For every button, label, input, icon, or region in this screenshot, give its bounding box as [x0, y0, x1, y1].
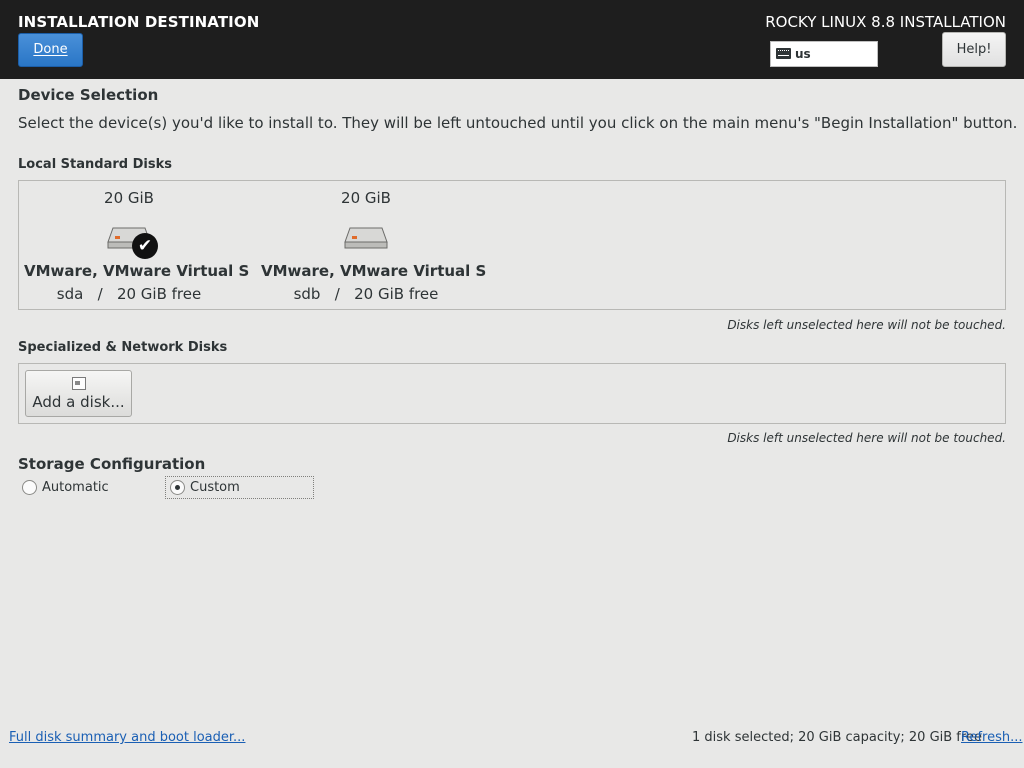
disk-capacity: 20 GiB [104, 189, 154, 207]
full-disk-summary-link[interactable]: Full disk summary and boot loader... [9, 730, 245, 745]
device-selection-intro: Select the device(s) you'd like to insta… [18, 114, 1018, 132]
hard-drive-icon [344, 227, 388, 249]
refresh-link[interactable]: Refresh... [961, 730, 1023, 745]
custom-radio[interactable]: Custom [165, 476, 314, 499]
disk-icon [72, 377, 86, 390]
specialized-disks-heading: Specialized & Network Disks [18, 340, 228, 355]
automatic-radio[interactable]: Automatic [18, 477, 138, 499]
disk-name: VMware, VMware Virtual S [261, 262, 487, 280]
selected-check-icon: ✔ [132, 233, 158, 259]
add-disk-label: Add a disk... [32, 393, 125, 411]
local-disks-note: Disks left unselected here will not be t… [727, 318, 1006, 332]
radio-circle-selected [170, 480, 185, 495]
specialized-disks-panel [18, 363, 1006, 424]
device-selection-heading: Device Selection [18, 86, 159, 104]
done-button[interactable]: Done [18, 33, 83, 67]
radio-circle [22, 480, 37, 495]
specialized-disks-note: Disks left unselected here will not be t… [727, 431, 1006, 445]
disk-name: VMware, VMware Virtual S [24, 262, 250, 280]
storage-config-heading: Storage Configuration [18, 455, 206, 473]
keyboard-icon [776, 48, 791, 59]
product-title: ROCKY LINUX 8.8 INSTALLATION [765, 13, 1006, 31]
keyboard-layout-label: us [795, 47, 811, 61]
disk-info: sda / 20 GiB free [56, 285, 202, 303]
custom-radio-label: Custom [190, 480, 240, 495]
disk-selection-status: 1 disk selected; 20 GiB capacity; 20 GiB… [692, 730, 982, 745]
disk-capacity: 20 GiB [341, 189, 391, 207]
help-button[interactable]: Help! [942, 32, 1006, 67]
automatic-radio-label: Automatic [42, 480, 109, 495]
add-disk-button[interactable]: Add a disk... [25, 370, 132, 417]
keyboard-layout-indicator[interactable]: us [770, 41, 878, 67]
header-bar: INSTALLATION DESTINATION ROCKY LINUX 8.8… [0, 0, 1024, 79]
local-disks-panel: 20 GiB ✔ VMware, VMware Virtual S sda / … [18, 180, 1006, 310]
disk-info: sdb / 20 GiB free [293, 285, 439, 303]
page-title: INSTALLATION DESTINATION [18, 13, 260, 31]
local-disks-heading: Local Standard Disks [18, 157, 172, 172]
